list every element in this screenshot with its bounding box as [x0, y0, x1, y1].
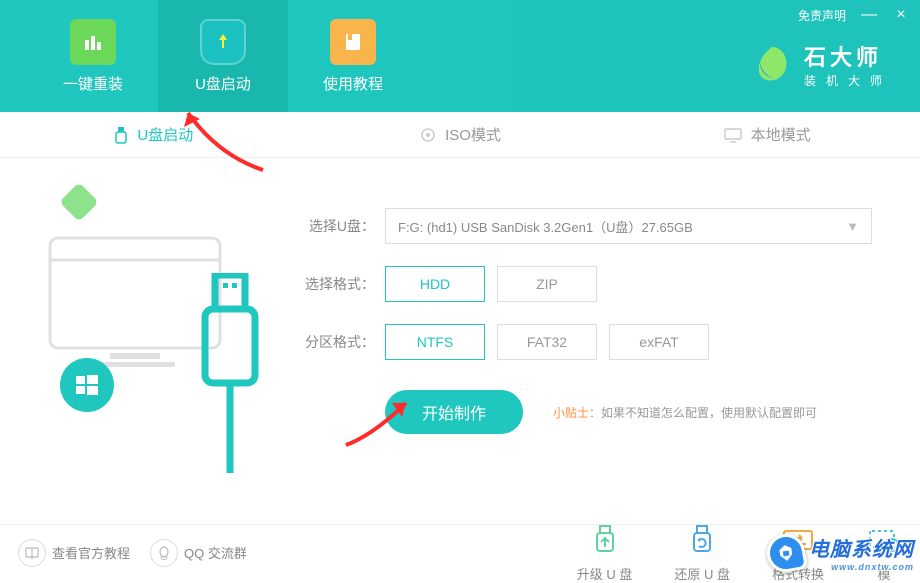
logo: 石大师 装机大师 [750, 40, 892, 89]
sub-tab-usb[interactable]: U盘启动 [0, 112, 307, 157]
logo-icon [750, 43, 794, 87]
nav-tab-tutorial[interactable]: 使用教程 [288, 0, 418, 112]
usb-select-value: F:G: (hd1) USB SanDisk 3.2Gen1（U盘）27.65G… [398, 217, 693, 236]
convert-format-button[interactable]: 格式转换 [772, 522, 824, 583]
format-zip-button[interactable]: ZIP [497, 266, 597, 302]
upgrade-icon [587, 522, 623, 558]
windows-badge [60, 358, 114, 412]
sub-tab-label: ISO模式 [445, 124, 501, 145]
logo-subtitle: 装机大师 [804, 72, 892, 89]
close-button[interactable]: × [892, 6, 910, 24]
minimize-button[interactable]: — [860, 6, 878, 24]
start-create-button[interactable]: 开始制作 [385, 390, 523, 434]
action-label: 格式转换 [772, 564, 824, 583]
official-tutorial-link[interactable]: 查看官方教程 [18, 539, 130, 567]
decor-diamond [59, 182, 99, 222]
sub-tab-iso[interactable]: ISO模式 [307, 112, 614, 157]
bottom-bar: 查看官方教程 QQ 交流群 升级 U 盘 还原 U 盘 格式转换 [0, 524, 920, 580]
bar-chart-icon [70, 19, 116, 65]
partition-fat32-button[interactable]: FAT32 [497, 324, 597, 360]
chevron-down-icon: ▼ [846, 219, 859, 234]
qq-group-link[interactable]: QQ 交流群 [150, 539, 247, 567]
restore-icon [684, 522, 720, 558]
partition-exfat-button[interactable]: exFAT [609, 324, 709, 360]
label-format: 选择格式： [300, 274, 385, 294]
sub-tab-label: 本地模式 [751, 124, 811, 145]
form-area: 选择U盘： F:G: (hd1) USB SanDisk 3.2Gen1（U盘）… [300, 158, 920, 526]
tip-label: 小贴士： [553, 406, 601, 420]
label-select-usb: 选择U盘： [300, 216, 385, 236]
link-label: QQ 交流群 [184, 543, 247, 562]
action-label: 还原 U 盘 [674, 564, 730, 583]
illustration [0, 158, 300, 526]
book-icon [330, 19, 376, 65]
sub-tabs: U盘启动 ISO模式 本地模式 [0, 112, 920, 158]
nav-tab-reinstall[interactable]: 一键重装 [28, 0, 158, 112]
action-label: 升级 U 盘 [577, 564, 633, 583]
action-label: 模 [877, 564, 890, 583]
book-icon [18, 539, 46, 567]
header: 免责声明 — × 一键重装 U盘启动 使用教程 石大师 [0, 0, 920, 112]
label-partition: 分区格式： [300, 332, 385, 352]
simulate-icon [866, 522, 902, 558]
convert-icon [780, 522, 816, 558]
usb-select[interactable]: F:G: (hd1) USB SanDisk 3.2Gen1（U盘）27.65G… [385, 208, 872, 244]
disclaimer-link[interactable]: 免责声明 [798, 7, 846, 24]
sub-tab-label: U盘启动 [137, 124, 193, 145]
main-content: 选择U盘： F:G: (hd1) USB SanDisk 3.2Gen1（U盘）… [0, 158, 920, 526]
simulate-button[interactable]: 模 [866, 522, 902, 583]
nav-label: 一键重装 [63, 73, 123, 94]
disc-icon [419, 127, 437, 143]
logo-title: 石大师 [804, 40, 892, 72]
link-label: 查看官方教程 [52, 543, 130, 562]
usb-illustration [195, 273, 265, 473]
tip-text: 小贴士：如果不知道怎么配置，使用默认配置即可 [553, 404, 817, 421]
windows-icon [73, 371, 101, 399]
nav-label: 使用教程 [323, 73, 383, 94]
format-hdd-button[interactable]: HDD [385, 266, 485, 302]
window-controls: 免责声明 — × [798, 6, 910, 24]
usb-icon [113, 126, 129, 144]
shield-icon [200, 19, 246, 65]
sub-tab-local[interactable]: 本地模式 [613, 112, 920, 157]
monitor-icon [723, 127, 743, 143]
nav-tab-usb-boot[interactable]: U盘启动 [158, 0, 288, 112]
qq-icon [150, 539, 178, 567]
upgrade-usb-button[interactable]: 升级 U 盘 [577, 522, 633, 583]
restore-usb-button[interactable]: 还原 U 盘 [674, 522, 730, 583]
nav-label: U盘启动 [195, 73, 251, 94]
nav-tabs: 一键重装 U盘启动 使用教程 [0, 0, 418, 112]
partition-ntfs-button[interactable]: NTFS [385, 324, 485, 360]
